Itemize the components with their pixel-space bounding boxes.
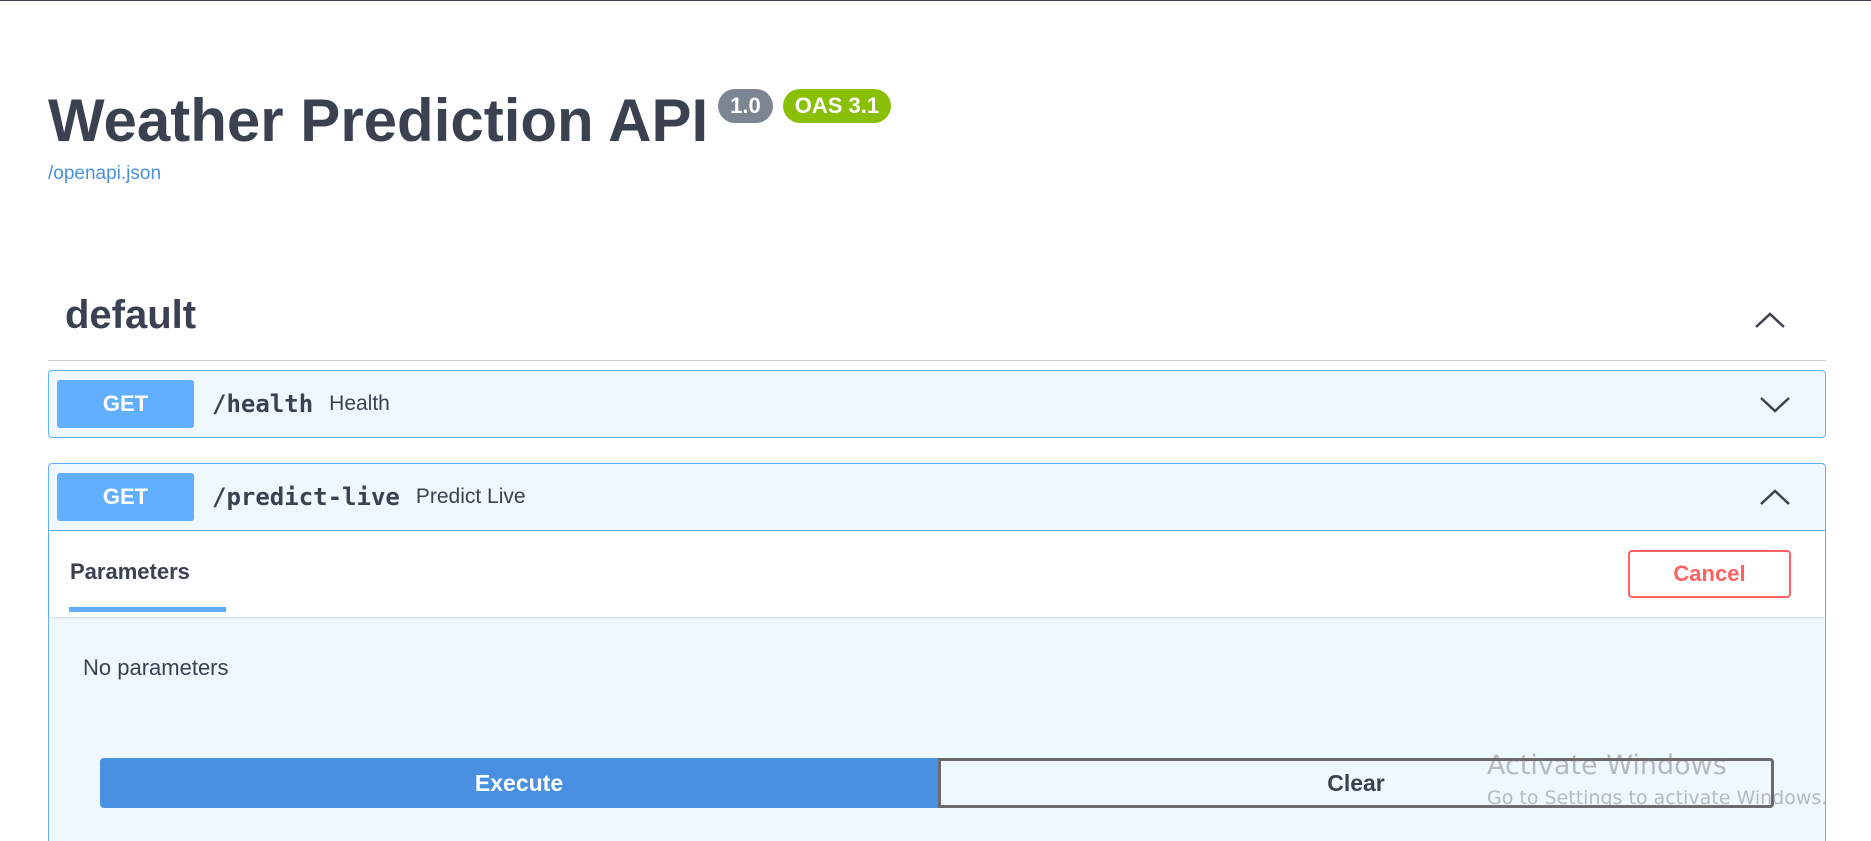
chevron-down-icon[interactable] [1757,389,1793,419]
api-info: Weather Prediction API 1.0 OAS 3.1 /open… [48,85,892,185]
openapi-spec-link[interactable]: /openapi.json [48,163,891,185]
api-title: Weather Prediction API [48,87,709,154]
operation-body: Parameters Cancel No parameters Execute … [49,530,1825,808]
version-badge: 1.0 [718,89,773,123]
tag-section-header[interactable]: default [48,281,1826,361]
execute-button-group: Execute Clear [100,758,1774,808]
tab-parameters[interactable]: Parameters [70,559,190,585]
tag-title: default [65,293,197,337]
operation-path: /health [212,390,314,418]
chevron-up-icon[interactable] [1757,482,1793,512]
chevron-up-icon[interactable] [1750,305,1790,335]
oas-version-badge: OAS 3.1 [782,89,892,123]
title-row: Weather Prediction API 1.0 OAS 3.1 [48,85,892,157]
method-badge-get: GET [57,380,194,428]
no-parameters-text: No parameters [83,655,229,680]
parameters-section-header: Parameters Cancel [49,531,1825,617]
operation-path: /predict-live [212,483,400,511]
operation-predict-live: GET /predict-live Predict Live Parameter… [48,463,1826,841]
method-badge-get: GET [57,473,194,521]
swagger-ui-page: Weather Prediction API 1.0 OAS 3.1 /open… [0,0,1871,841]
cancel-button[interactable]: Cancel [1628,550,1791,598]
operation-summary-text: Health [329,392,390,415]
operation-summary-predict-live[interactable]: GET /predict-live Predict Live [49,464,1825,530]
operation-health: GET /health Health [48,370,1826,438]
operation-summary-text: Predict Live [415,485,526,508]
operation-summary-health[interactable]: GET /health Health [49,371,1825,437]
clear-button[interactable]: Clear [938,758,1774,808]
execute-button[interactable]: Execute [100,758,938,808]
tab-active-indicator [69,607,226,612]
